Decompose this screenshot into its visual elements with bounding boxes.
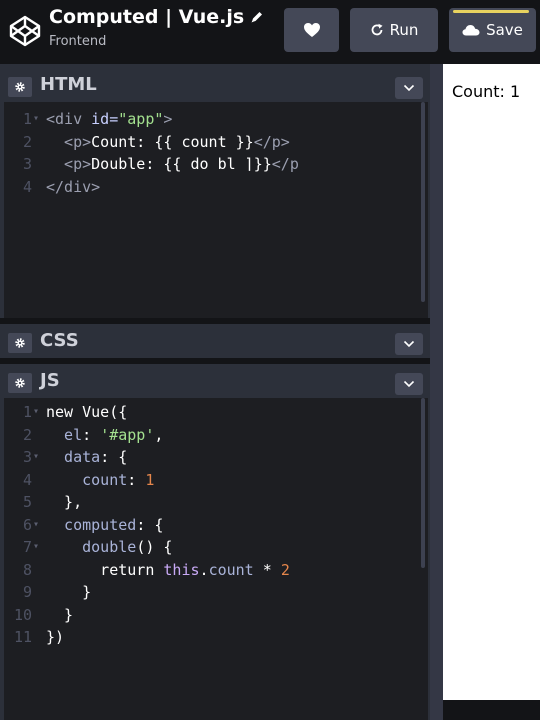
bottom-bar — [443, 700, 540, 720]
code-text: double() { — [46, 538, 173, 556]
css-pane-header: CSS — [0, 324, 430, 358]
refresh-icon — [371, 23, 383, 36]
js-pane-toggle[interactable] — [395, 373, 423, 395]
save-label: Save — [486, 21, 523, 39]
code-line[interactable]: 2 el: '#app', — [4, 424, 424, 446]
preview-count-text: Count: 1 — [452, 82, 521, 101]
code-text: } — [46, 583, 92, 601]
code-text: }, — [46, 493, 83, 511]
line-number: 2 — [22, 132, 32, 151]
html-pane-header: HTML — [0, 68, 430, 102]
line-number: 1 — [22, 403, 32, 421]
result-preview[interactable]: Count: 1 — [443, 64, 540, 700]
code-line[interactable]: 8 return this.count * 2 — [4, 559, 424, 581]
code-text: <div id="app"> — [46, 110, 173, 128]
codepen-logo-icon[interactable] — [8, 14, 42, 48]
js-pane-title: JS — [40, 370, 60, 391]
resize-gutter[interactable] — [430, 64, 443, 720]
run-label: Run — [389, 21, 419, 39]
code-text: el: '#app', — [46, 425, 164, 444]
code-line[interactable]: 9 } — [4, 581, 424, 603]
css-pane-title: CSS — [40, 330, 79, 351]
cloud-icon — [462, 25, 480, 36]
js-settings-button[interactable] — [8, 373, 32, 393]
html-pane-title: HTML — [40, 74, 97, 95]
chevron-down-icon — [403, 380, 415, 388]
code-text: data: { — [46, 448, 128, 466]
editors-column: HTML 1 ▾ <div id="app"> 2 <p>Count: {{ coun… — [0, 64, 430, 720]
css-settings-button[interactable] — [8, 333, 32, 353]
code-line[interactable]: 3 <p>Double: {{ do bl ⌉}}</p — [4, 153, 424, 175]
save-accent-bar — [453, 10, 529, 13]
fold-arrow-icon[interactable]: ▾ — [33, 536, 39, 558]
line-number: 3 — [22, 155, 32, 173]
codepen-editor: Computed | Vue.js Frontend Run Save HTML… — [0, 0, 540, 720]
chevron-down-icon — [403, 340, 415, 348]
line-number: 10 — [13, 605, 32, 624]
code-text: }) — [46, 628, 65, 646]
html-code-editor[interactable]: 1 ▾ <div id="app"> 2 <p>Count: {{ count }}<… — [4, 102, 428, 318]
line-number: 7 — [22, 538, 32, 556]
love-button[interactable] — [284, 8, 339, 52]
pencil-edit-icon[interactable] — [250, 10, 264, 24]
heart-icon — [303, 23, 320, 37]
line-number: 6 — [22, 515, 32, 534]
code-line[interactable]: 4 </div> — [4, 176, 424, 198]
html-settings-button[interactable] — [8, 77, 32, 97]
code-line[interactable]: 7 ▾ double() { — [4, 536, 424, 558]
code-text: computed: { — [46, 515, 164, 534]
chevron-down-icon — [403, 84, 415, 92]
gear-icon — [15, 338, 25, 348]
line-number: 4 — [22, 470, 32, 489]
code-line[interactable]: 4 count: 1 — [4, 469, 424, 491]
line-number: 8 — [22, 560, 32, 579]
line-number: 1 — [22, 110, 32, 128]
code-line[interactable]: 11}) — [4, 626, 424, 648]
fold-arrow-icon[interactable]: ▾ — [33, 108, 39, 130]
css-pane-toggle[interactable] — [395, 333, 423, 355]
code-text: <p>Double: {{ do bl ⌉}}</p — [46, 155, 299, 173]
code-line[interactable]: 5 }, — [4, 491, 424, 513]
fold-arrow-icon[interactable]: ▾ — [33, 514, 39, 536]
line-number: 5 — [22, 493, 32, 511]
code-line[interactable]: 2 <p>Count: {{ count }}</p> — [4, 131, 424, 153]
fold-arrow-icon[interactable]: ▾ — [33, 446, 39, 468]
code-line[interactable]: 6 ▾ computed: { — [4, 514, 424, 536]
line-number: 4 — [22, 177, 32, 196]
line-number: 2 — [22, 425, 32, 444]
js-code-editor[interactable]: 1 ▾ new Vue({2 el: '#app', 3 ▾ data: {4 coun… — [4, 398, 428, 720]
code-line[interactable]: 1 ▾ <div id="app"> — [4, 108, 424, 130]
code-text: <p>Count: {{ count }}</p> — [46, 132, 290, 151]
line-number: 3 — [22, 448, 32, 466]
html-pane-toggle[interactable] — [395, 77, 423, 99]
pen-subtitle[interactable]: Frontend — [49, 34, 106, 49]
line-number: 11 — [13, 628, 32, 646]
js-pane-header: JS — [0, 364, 430, 398]
code-line[interactable]: 10 } — [4, 604, 424, 626]
header: Computed | Vue.js Frontend Run Save — [0, 0, 540, 64]
line-number: 9 — [22, 583, 32, 601]
code-text: return this.count * 2 — [46, 560, 290, 579]
code-text: count: 1 — [46, 470, 155, 489]
gear-icon — [15, 378, 25, 388]
fold-arrow-icon[interactable]: ▾ — [33, 401, 39, 423]
code-text: } — [46, 605, 74, 624]
code-line[interactable]: 1 ▾ new Vue({ — [4, 401, 424, 423]
code-line[interactable]: 3 ▾ data: { — [4, 446, 424, 468]
pen-title[interactable]: Computed | Vue.js — [49, 6, 244, 28]
title-row: Computed | Vue.js — [49, 6, 264, 28]
gear-icon — [15, 82, 25, 92]
save-button[interactable]: Save — [449, 8, 536, 52]
run-button[interactable]: Run — [350, 8, 438, 52]
code-text: new Vue({ — [46, 403, 128, 421]
code-text: </div> — [46, 177, 101, 196]
